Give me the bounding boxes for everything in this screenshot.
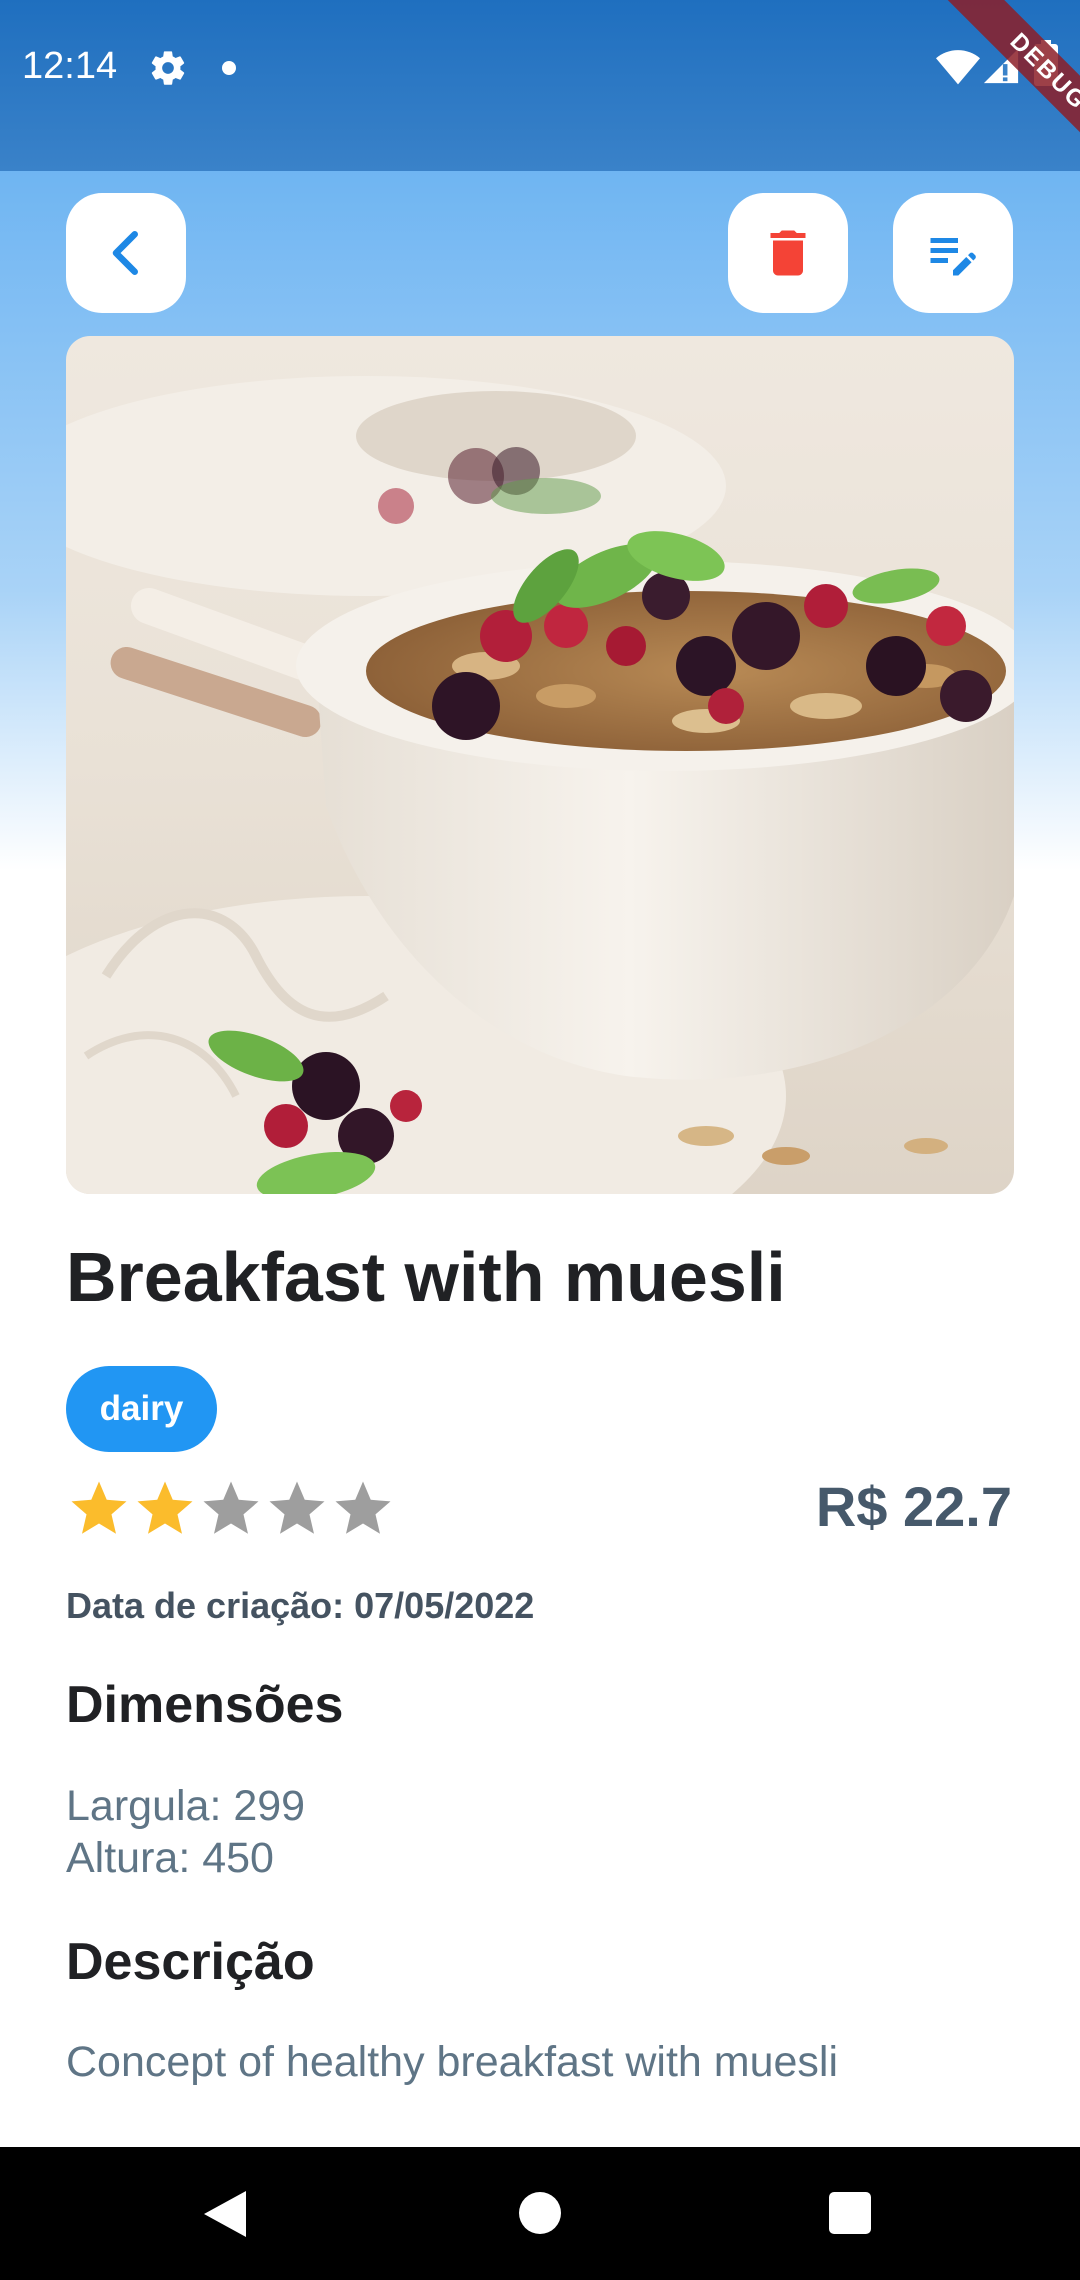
- edit-button[interactable]: [893, 193, 1013, 313]
- star-empty-icon[interactable]: [330, 1476, 396, 1542]
- nav-back-icon[interactable]: [204, 2191, 248, 2237]
- description-text: Concept of healthy breakfast with muesli: [66, 2038, 839, 2086]
- product-image: [66, 336, 1014, 1194]
- tag-chip[interactable]: dairy: [66, 1366, 217, 1452]
- price: R$ 22.7: [815, 1475, 1012, 1538]
- nav-recents-icon[interactable]: [829, 2192, 871, 2234]
- product-title: Breakfast with muesli: [66, 1238, 786, 1316]
- creation-date: Data de criação: 07/05/2022: [66, 1585, 535, 1626]
- edit-note-icon: [930, 238, 976, 276]
- star-empty-icon[interactable]: [264, 1476, 330, 1542]
- gear-icon: [151, 51, 185, 85]
- dimension-height: Altura: 450: [66, 1834, 274, 1882]
- description-heading: Descrição: [66, 1933, 315, 1991]
- notification-dot-icon: [222, 61, 236, 75]
- star-empty-icon[interactable]: [198, 1476, 264, 1542]
- dimension-width: Largula: 299: [66, 1782, 306, 1830]
- muesli-bowl-illustration: [66, 336, 1014, 1194]
- status-time: 12:14: [22, 45, 118, 87]
- debug-label: DEBUG: [941, 0, 1080, 170]
- debug-banner: DEBUG: [910, 0, 1080, 170]
- star-filled-icon[interactable]: [66, 1476, 132, 1542]
- chevron-left-icon: [112, 231, 138, 275]
- dimensions-heading: Dimensões: [66, 1676, 344, 1734]
- star-filled-icon[interactable]: [132, 1476, 198, 1542]
- back-button[interactable]: [66, 193, 186, 313]
- nav-home-icon[interactable]: [519, 2192, 561, 2234]
- trash-icon: [770, 230, 806, 276]
- delete-button[interactable]: [728, 193, 848, 313]
